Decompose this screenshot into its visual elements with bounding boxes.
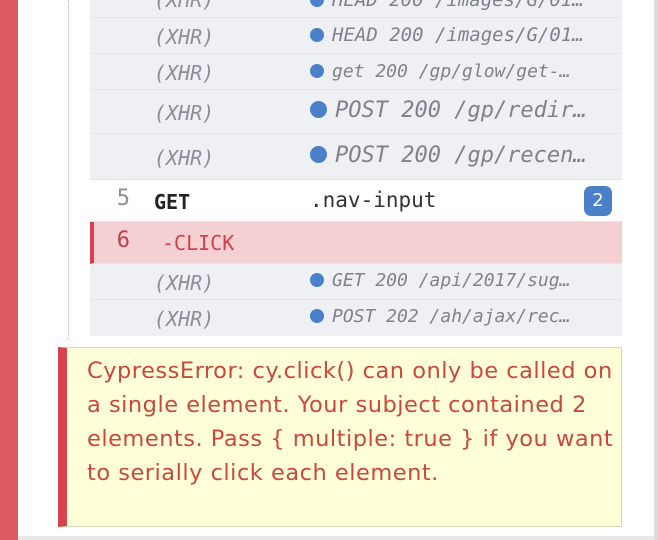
log-row-xhr[interactable]: (XHR) POST 200 /gp/redir… bbox=[90, 90, 622, 134]
log-row-command-click-failed[interactable]: 6 -CLICK bbox=[90, 222, 622, 264]
failure-indicator-strip bbox=[0, 0, 18, 540]
log-row-message: HEAD 200 /images/G/01… bbox=[310, 24, 610, 46]
log-row-name: (XHR) bbox=[154, 25, 215, 49]
panel-bottom-edge bbox=[18, 536, 654, 540]
error-message-text: CypressError: cy.click() can only be cal… bbox=[87, 358, 614, 486]
log-row-name: (XHR) bbox=[154, 61, 215, 85]
element-count-badge: 2 bbox=[584, 186, 612, 216]
log-row-name: (XHR) bbox=[154, 271, 215, 295]
log-row-xhr[interactable]: (XHR) HEAD 200 /images/G/01… bbox=[90, 18, 622, 54]
log-row-message: get 200 /gp/glow/get-… bbox=[310, 61, 610, 82]
log-row-name: (XHR) bbox=[154, 146, 215, 170]
log-row-message: GET 200 /api/2017/sug… bbox=[310, 270, 610, 291]
log-row-message: .nav-input bbox=[310, 188, 437, 212]
dot-icon bbox=[310, 64, 324, 78]
log-row-name: GET bbox=[154, 190, 191, 214]
log-row-name: (XHR) bbox=[154, 0, 215, 12]
log-row-message: POST 202 /ah/ajax/rec… bbox=[310, 306, 610, 327]
log-row-number: 5 bbox=[116, 186, 130, 211]
log-row-name: (XHR) bbox=[154, 307, 215, 331]
log-row-command-get[interactable]: 5 GET .nav-input 2 bbox=[90, 180, 622, 222]
log-row-name: (XHR) bbox=[154, 101, 215, 125]
scrollbar-track[interactable] bbox=[654, 0, 658, 540]
dot-icon bbox=[310, 309, 324, 323]
dot-icon bbox=[310, 146, 327, 163]
dot-icon bbox=[310, 273, 324, 287]
log-row-number: 6 bbox=[116, 228, 130, 253]
dot-icon bbox=[310, 0, 324, 7]
log-row-message: POST 200 /gp/redir… bbox=[310, 98, 610, 123]
log-row-message: HEAD 200 /images/G/01… bbox=[310, 0, 610, 11]
command-log: (XHR) HEAD 200 /images/G/01… (XHR) HEAD … bbox=[90, 0, 622, 336]
dot-icon bbox=[310, 101, 327, 118]
hook-dotted-line bbox=[68, 0, 69, 340]
dot-icon bbox=[310, 28, 324, 42]
log-row-xhr[interactable]: (XHR) GET 200 /api/2017/sug… bbox=[90, 264, 622, 300]
log-row-xhr[interactable]: (XHR) POST 200 /gp/recen… bbox=[90, 134, 622, 180]
log-row-message: POST 200 /gp/recen… bbox=[310, 143, 610, 168]
log-row-xhr[interactable]: (XHR) POST 202 /ah/ajax/rec… bbox=[90, 300, 622, 336]
error-message-panel[interactable]: CypressError: cy.click() can only be cal… bbox=[58, 347, 622, 527]
log-row-name: -CLICK bbox=[162, 231, 235, 255]
log-row-xhr[interactable]: (XHR) get 200 /gp/glow/get-… bbox=[90, 54, 622, 90]
log-row-xhr[interactable]: (XHR) HEAD 200 /images/G/01… bbox=[90, 0, 622, 18]
